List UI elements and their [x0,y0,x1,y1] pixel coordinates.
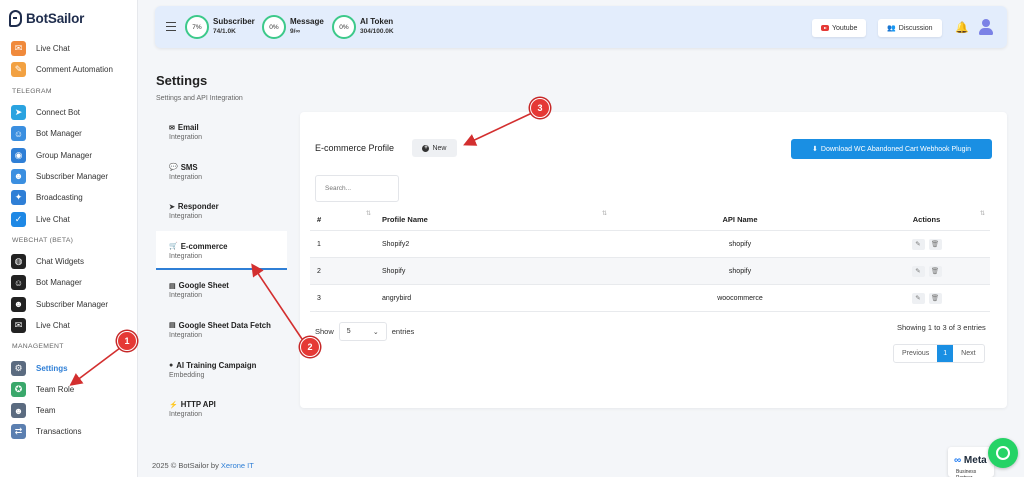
annotation-marker-3: 3 [530,98,550,118]
annotation-arrows [69,112,533,386]
annotation-marker-2: 2 [300,337,320,357]
arrow-2 [251,263,303,340]
arrow-1 [69,347,121,386]
annotation-marker-1: 1 [117,331,137,351]
whatsapp-chat-icon[interactable] [988,438,1018,468]
meta-logo: ∞ Meta [954,455,987,466]
arrow-3 [463,112,533,146]
